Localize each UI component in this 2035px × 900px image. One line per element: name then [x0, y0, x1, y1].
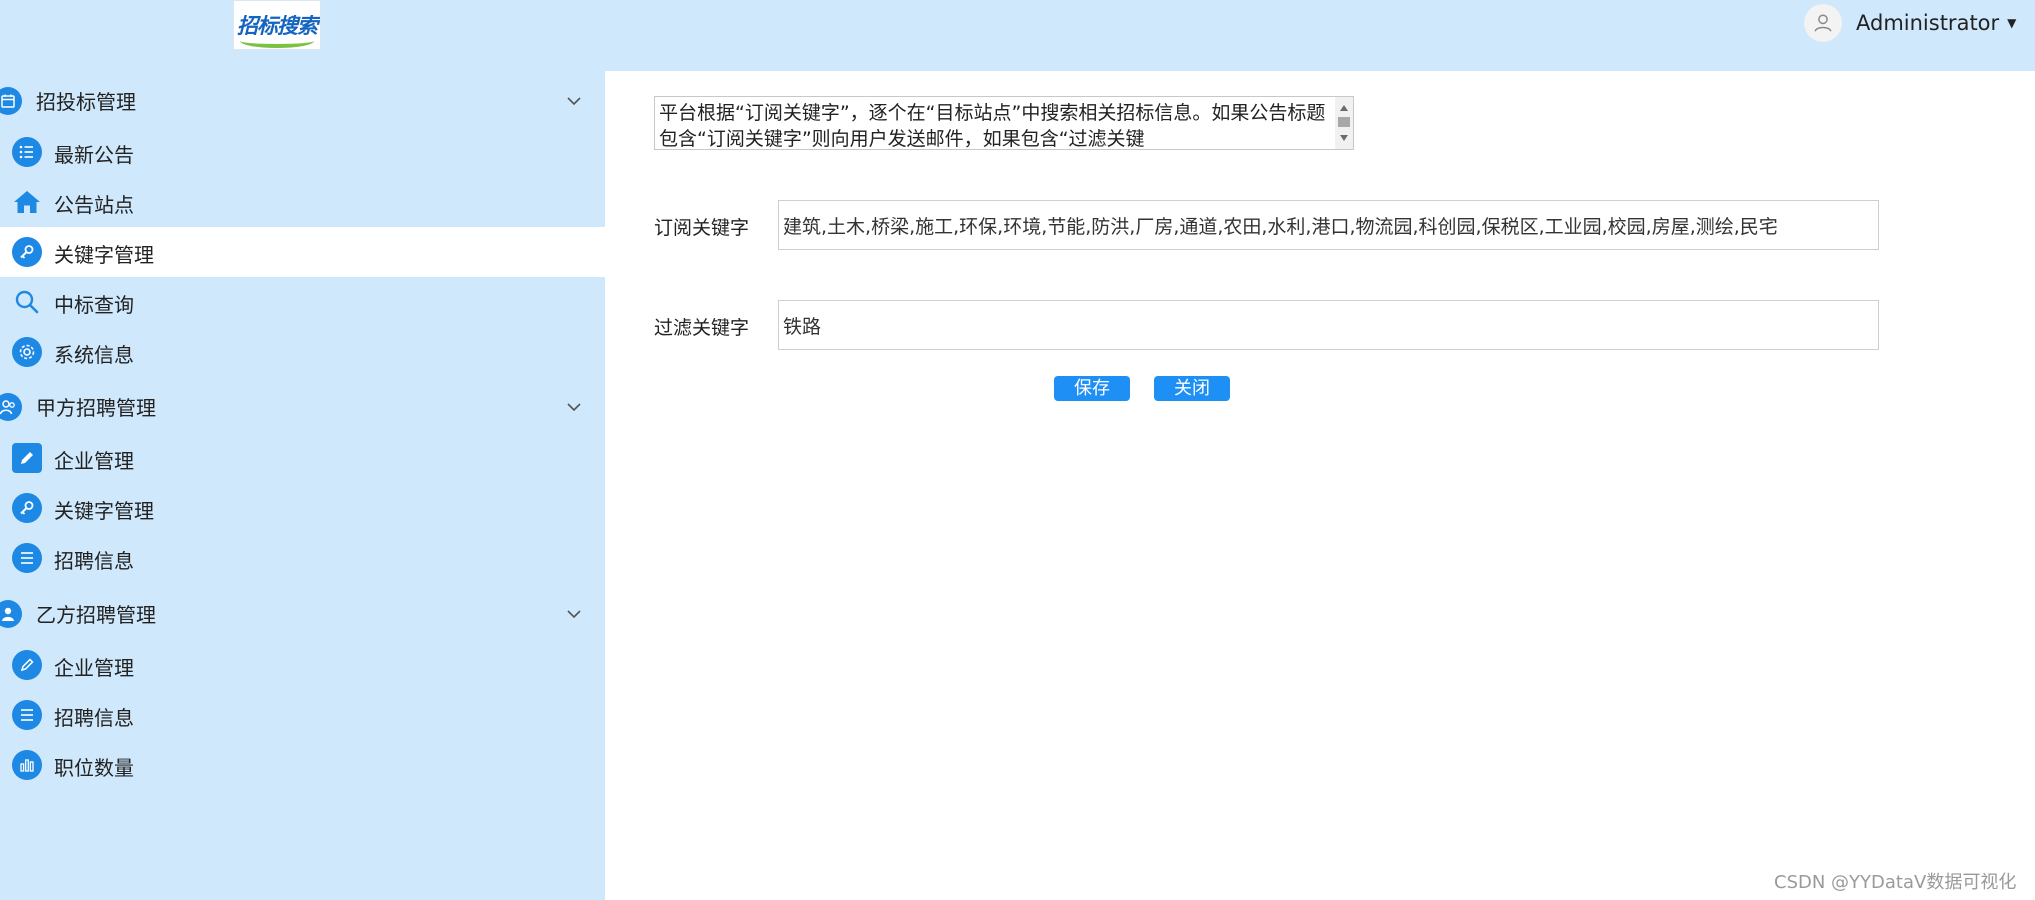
sidebar-item-recruitment-info-a[interactable]: 招聘信息	[0, 533, 605, 583]
sidebar-group-bidding[interactable]: 招投标管理	[0, 75, 605, 125]
scroll-down-icon[interactable]	[1340, 135, 1348, 141]
logo-swoosh	[240, 34, 314, 48]
sidebar-group-party-b-recruitment[interactable]: 乙方招聘管理	[0, 588, 605, 638]
sidebar-item-label: 关键字管理	[54, 499, 154, 523]
sidebar-item-label: 中标查询	[54, 293, 134, 317]
user-icon	[1814, 14, 1832, 32]
sidebar-item-winning-bid-query[interactable]: 中标查询	[0, 277, 605, 327]
sidebar-item-recruitment-info-b[interactable]: 招聘信息	[0, 690, 605, 740]
menu-icon	[12, 543, 42, 573]
sidebar-item-system-info[interactable]: 系统信息	[0, 327, 605, 377]
calendar-icon	[0, 87, 22, 115]
caret-down-icon[interactable]: ▼	[2007, 16, 2016, 30]
description-textarea[interactable]: 平台根据“订阅关键字”，逐个在“目标站点”中搜索相关招标信息。如果公告标题包含“…	[654, 96, 1354, 150]
filter-keywords-input[interactable]	[778, 300, 1879, 350]
filter-keywords-label: 过滤关键字	[654, 317, 750, 339]
sidebar-item-keyword-management-a[interactable]: 关键字管理	[0, 483, 605, 533]
bar-chart-icon	[12, 750, 42, 780]
sidebar-item-label: 公告站点	[54, 193, 134, 217]
sidebar-item-label: 企业管理	[54, 449, 134, 473]
sidebar-item-label: 最新公告	[54, 143, 134, 167]
logo[interactable]: 招标搜索	[233, 0, 321, 50]
users-icon	[0, 393, 22, 421]
user-menu[interactable]: Administrator ▼	[1804, 3, 2016, 43]
close-button[interactable]: 关闭	[1154, 376, 1230, 401]
description-scrollbar[interactable]	[1335, 97, 1353, 149]
list-icon	[12, 137, 42, 167]
home-icon	[12, 187, 42, 217]
sidebar-item-label: 企业管理	[54, 656, 134, 680]
subscribe-keywords-input[interactable]	[778, 200, 1879, 250]
sidebar-group-label: 乙方招聘管理	[36, 602, 156, 627]
scroll-up-icon[interactable]	[1340, 105, 1348, 111]
sidebar-item-notice-sites[interactable]: 公告站点	[0, 177, 605, 227]
sidebar: 招投标管理 最新公告 公告站点 关键字管理 中标查询 系统信息 甲方招聘管理 企…	[0, 71, 605, 900]
sidebar-item-label: 系统信息	[54, 343, 134, 367]
top-header: 招标搜索 Administrator ▼	[0, 0, 2035, 71]
sidebar-group-party-a-recruitment[interactable]: 甲方招聘管理	[0, 381, 605, 431]
sidebar-item-enterprise-management-b[interactable]: 企业管理	[0, 640, 605, 690]
menu-icon	[12, 700, 42, 730]
scroll-thumb[interactable]	[1338, 117, 1350, 127]
chevron-down-icon[interactable]	[566, 604, 582, 623]
description-text: 平台根据“订阅关键字”，逐个在“目标站点”中搜索相关招标信息。如果公告标题包含“…	[659, 102, 1326, 150]
user-name[interactable]: Administrator	[1856, 11, 1999, 35]
user-icon	[0, 600, 22, 628]
sidebar-item-label: 招聘信息	[54, 706, 134, 730]
avatar[interactable]	[1804, 4, 1842, 42]
key-icon	[12, 237, 42, 267]
save-button[interactable]: 保存	[1054, 376, 1130, 401]
subscribe-keywords-label: 订阅关键字	[654, 217, 750, 239]
key-icon	[12, 493, 42, 523]
sidebar-item-enterprise-management[interactable]: 企业管理	[0, 433, 605, 483]
sidebar-item-keyword-management[interactable]: 关键字管理	[0, 227, 605, 277]
watermark: CSDN @YYDataV数据可视化	[1774, 872, 2017, 893]
sidebar-item-label: 关键字管理	[54, 243, 154, 267]
search-icon	[12, 287, 42, 317]
sidebar-item-label: 职位数量	[54, 756, 134, 780]
sidebar-group-label: 招投标管理	[36, 89, 136, 114]
sidebar-group-label: 甲方招聘管理	[36, 395, 156, 420]
sidebar-item-label: 招聘信息	[54, 549, 134, 573]
sidebar-item-latest-notices[interactable]: 最新公告	[0, 127, 605, 177]
edit-icon	[12, 443, 42, 473]
chevron-down-icon[interactable]	[566, 397, 582, 416]
pencil-icon	[12, 650, 42, 680]
gear-icon	[12, 337, 42, 367]
sidebar-item-position-count[interactable]: 职位数量	[0, 740, 605, 790]
chevron-down-icon[interactable]	[566, 91, 582, 110]
